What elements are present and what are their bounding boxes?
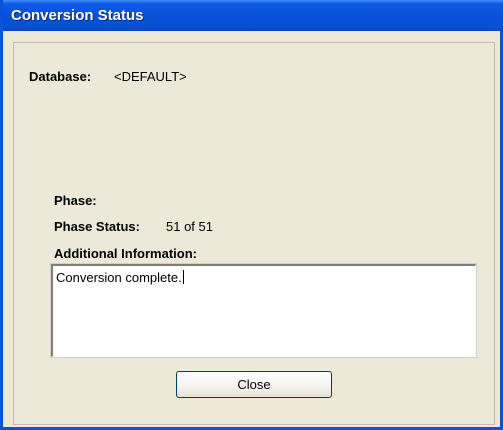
close-button[interactable]: Close (176, 371, 332, 398)
database-label: Database: (29, 69, 92, 84)
additional-information-text: Conversion complete. (56, 270, 184, 285)
phase-status-label: Phase Status: (54, 219, 140, 234)
title-bar[interactable]: Conversion Status (3, 0, 503, 31)
window-title: Conversion Status (11, 7, 144, 24)
additional-information-label: Additional Information: (54, 246, 197, 261)
phase-status-value: 51 of 51 (166, 219, 213, 234)
database-value: <DEFAULT> (114, 69, 187, 84)
phase-label: Phase: (54, 193, 97, 208)
conversion-status-dialog: Conversion Status Database: <DEFAULT> Ph… (0, 0, 503, 430)
text-caret (182, 270, 184, 284)
additional-information-textbox[interactable]: Conversion complete. (51, 264, 476, 357)
